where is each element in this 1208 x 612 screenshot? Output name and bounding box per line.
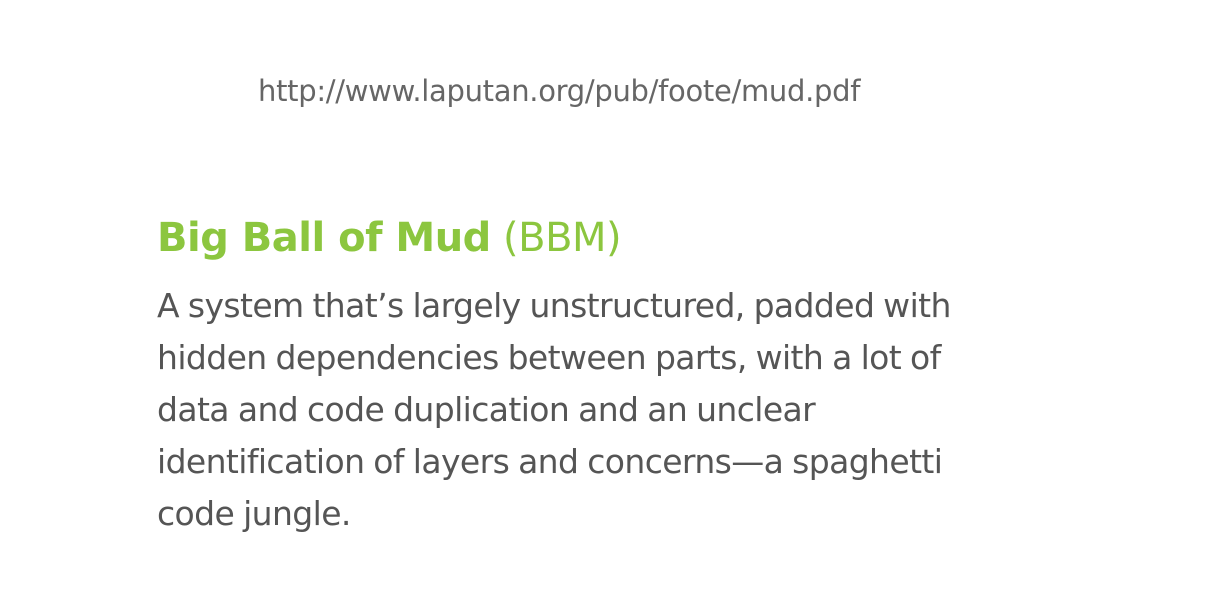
definition-line: identification of layers and concerns—a … bbox=[157, 442, 943, 481]
source-url: http://www.laputan.org/pub/foote/mud.pdf bbox=[258, 74, 861, 108]
definition-line: data and code duplication and an unclear bbox=[157, 390, 816, 429]
term-definition: A system that’s largely unstructured, pa… bbox=[157, 280, 1057, 540]
slide: http://www.laputan.org/pub/foote/mud.pdf… bbox=[0, 0, 1208, 612]
definition-line: A system that’s largely unstructured, pa… bbox=[157, 286, 951, 325]
term-abbreviation: (BBM) bbox=[503, 215, 622, 261]
term-name: Big Ball of Mud bbox=[157, 215, 491, 261]
definition-line: hidden dependencies between parts, with … bbox=[157, 338, 941, 377]
definition-line: code jungle. bbox=[157, 494, 351, 533]
term-heading: Big Ball of Mud (BBM) bbox=[157, 210, 622, 266]
